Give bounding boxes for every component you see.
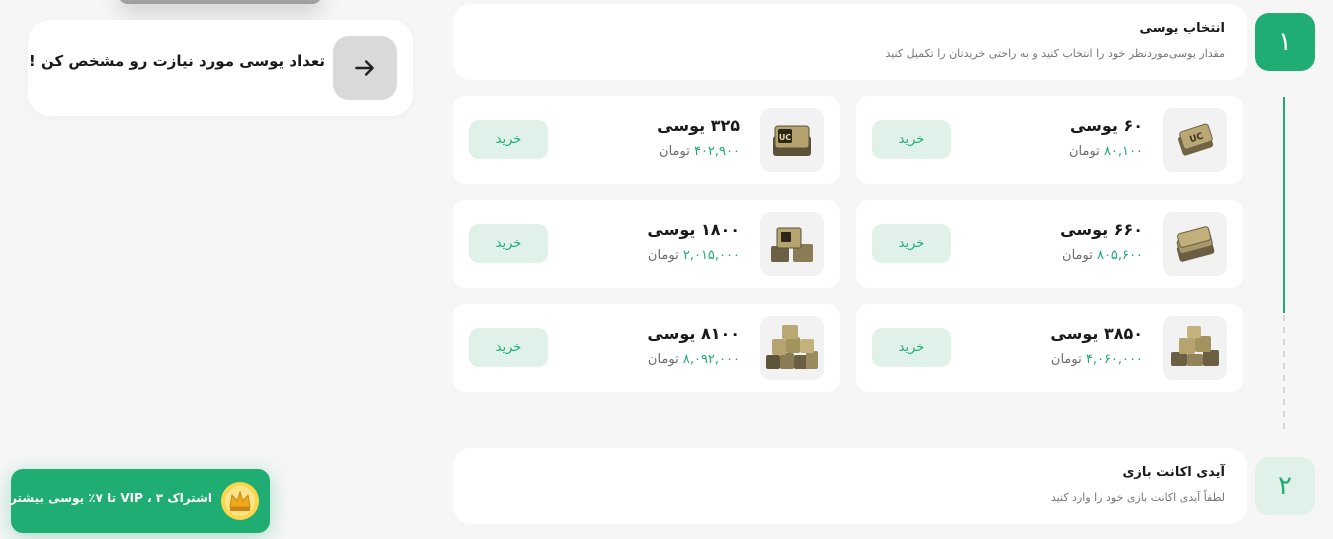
price-currency: تومان [1069,144,1100,159]
hint-card: تعداد یوسی مورد نیازت رو مشخص کن ! [28,20,413,116]
buy-button[interactable]: خرید [872,328,951,367]
package-price: ۴,۰۶۰,۰۰۰ تومان [1051,352,1143,367]
buy-button[interactable]: خرید [872,224,951,263]
package-amount: ۸۱۰۰ یوسی [647,324,740,343]
package-amount: ۳۸۵۰ یوسی [1050,324,1143,343]
price-value: ۴,۰۶۰,۰۰۰ [1085,352,1143,367]
price-currency: تومان [1050,352,1082,367]
timeline-remaining [1283,315,1285,430]
package-amount: ۳۲۵ یوسی [657,116,740,135]
top-shadow-decoration [118,0,322,4]
buy-button[interactable]: خرید [469,120,548,159]
vip-text: اشتراک VIP ، ۳ تا ۷٪ یوسی بیشتر [10,491,212,505]
price-value: ۸,۰۹۲,۰۰۰ [682,352,740,367]
uc-stack-icon [760,212,824,276]
price-value: ۲,۰۱۵,۰۰۰ [682,248,740,263]
step-2-header[interactable]: آیدی اکانت بازی لطفاً آیدی اکانت بازی خو… [453,448,1247,524]
price-currency: تومان [647,248,679,263]
package-price: ۸۰,۱۰۰ تومان [1069,144,1143,159]
step-2-badge: ۲ [1255,457,1315,515]
price-currency: تومان [1062,248,1093,263]
package-card: ۸۱۰۰ یوسی ۸,۰۹۲,۰۰۰ تومان خرید [453,304,840,392]
step-2-title: آیدی اکانت بازی [1122,465,1225,480]
svg-text:UC: UC [779,133,791,142]
step-1-badge: ۱ [1255,13,1315,71]
step-1-header: انتخاب یوسی مقدار یوسی‌موردنظر خود را ان… [453,4,1247,80]
step-1-subtitle: مقدار یوسی‌موردنظر خود را انتخاب کنید و … [885,47,1225,60]
uc-crates-icon [1163,316,1227,380]
price-currency: تومان [659,144,690,159]
package-price: ۸۰۵,۶۰۰ تومان [1062,248,1143,263]
price-currency: تومان [647,352,679,367]
buy-button[interactable]: خرید [469,224,548,263]
hint-text: تعداد یوسی مورد نیازت رو مشخص کن ! [28,52,325,70]
package-card: ۶۶۰ یوسی ۸۰۵,۶۰۰ تومان خرید [856,200,1243,288]
uc-pack-small-icon: UC [1163,108,1227,172]
price-value: ۴۰۲,۹۰۰ [693,144,740,159]
next-arrow-button[interactable] [333,36,397,100]
uc-pile-icon [760,316,824,380]
package-card: ۱۸۰۰ یوسی ۲,۰۱۵,۰۰۰ تومان خرید [453,200,840,288]
arrow-right-icon [355,60,374,76]
package-card: UC ۳۲۵ یوسی ۴۰۲,۹۰۰ تومان خرید [453,96,840,184]
step-2-subtitle: لطفاً آیدی اکانت بازی خود را وارد کنید [1050,491,1225,504]
package-price: ۸,۰۹۲,۰۰۰ تومان [648,352,740,367]
vip-subscription-banner[interactable]: اشتراک VIP ، ۳ تا ۷٪ یوسی بیشتر [10,469,270,533]
uc-pack-icon: UC [760,108,824,172]
package-price: ۴۰۲,۹۰۰ تومان [659,144,740,159]
package-card: ۳۸۵۰ یوسی ۴,۰۶۰,۰۰۰ تومان خرید [856,304,1243,392]
buy-button[interactable]: خرید [469,328,548,367]
step-1-title: انتخاب یوسی [1139,21,1225,36]
package-card: UC ۶۰ یوسی ۸۰,۱۰۰ تومان خرید [856,96,1243,184]
timeline-progress [1283,97,1285,313]
uc-bundle-icon [1163,212,1227,276]
price-value: ۸۰,۱۰۰ [1103,144,1143,159]
package-amount: ۶۶۰ یوسی [1060,220,1143,239]
package-amount: ۱۸۰۰ یوسی [647,220,740,239]
package-price: ۲,۰۱۵,۰۰۰ تومان [648,248,740,263]
crown-icon [221,482,259,520]
price-value: ۸۰۵,۶۰۰ [1096,248,1143,263]
package-amount: ۶۰ یوسی [1069,116,1143,135]
buy-button[interactable]: خرید [872,120,951,159]
